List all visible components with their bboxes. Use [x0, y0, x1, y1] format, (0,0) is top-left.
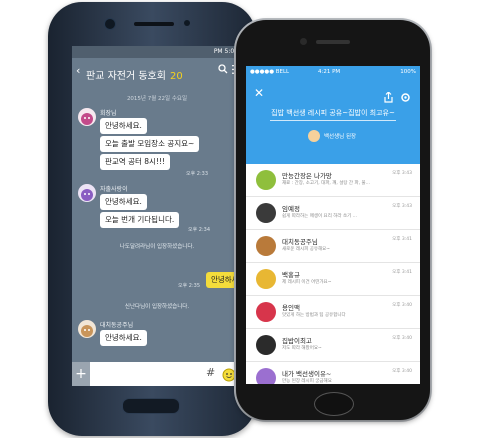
avatar[interactable]: [78, 320, 96, 338]
room-title: 판교 자전거 동호회 20: [86, 67, 183, 82]
earpiece-speaker: [134, 22, 174, 26]
member-name: 집밥이최고: [282, 337, 312, 345]
list-item[interactable]: 만능간장은 나가망 재료 : 간장, 소고기, 대파, 깨, 설탕 간 파, 물…: [246, 164, 420, 197]
iphone-chat-list-screen: ●●●●● BELL 4:21 PM 100% ✕ 집밥 백선생 레시피 공유~…: [246, 66, 420, 384]
title-underline: [270, 120, 396, 121]
list-item[interactable]: 집밥이최고 저도 따라 해봤어요~ 오후 3:40: [246, 329, 420, 362]
avatar: [256, 368, 276, 384]
close-icon[interactable]: ✕: [254, 86, 264, 100]
proximity-sensor: [184, 20, 190, 26]
group-header: ●●●●● BELL 4:21 PM 100% ✕ 집밥 백선생 레시피 공유~…: [246, 66, 420, 164]
android-chat-screen: PM 5:04 ‹ 판교 자전거 동호회 20 2015년 7월 22일 수요일 …: [72, 46, 242, 386]
host-avatar: [308, 130, 320, 142]
member-name: 만능간장은 나가망: [282, 172, 332, 180]
member-name: 대치동공주님: [282, 238, 318, 246]
host-name: 백선생님 된장: [324, 134, 357, 140]
list-item[interactable]: 대치동공주님 새로운 레시피 공유해요~ 오후 3:41: [246, 230, 420, 263]
front-camera: [300, 38, 307, 45]
message-input[interactable]: [92, 365, 202, 383]
message-bubble[interactable]: 판교역 공터 8시!!!: [100, 154, 170, 170]
sender-name: 자출사랑이: [100, 186, 128, 193]
avatar[interactable]: [78, 108, 96, 126]
message-bubble[interactable]: 오늘 번개 기다됩니다.: [100, 212, 180, 228]
list-item[interactable]: 임예정 쉽게 따라하는 매생이 요리 하라 쏘기 ... 오후 3:43: [246, 197, 420, 230]
sender-name: 대치동공주님: [100, 322, 134, 329]
member-name: 임예정: [282, 205, 300, 213]
chat-header: ‹ 판교 자전거 동호회 20: [72, 58, 242, 88]
list-item[interactable]: 용인맥 맛있게 하는 방법과 팁 공유합니다 오후 3:40: [246, 296, 420, 329]
member-preview: 저도 따라 해봤어요~: [282, 346, 322, 351]
member-name: 내가 백선생이유~: [282, 370, 332, 378]
avatar: [256, 269, 276, 289]
message-time: 오후 2:33: [186, 171, 209, 177]
back-chevron-icon[interactable]: ‹: [76, 64, 80, 77]
item-time: 오후 3:41: [392, 237, 412, 242]
list-item[interactable]: 백홍규 제 레시피 이건 어떤가요~ 오후 3:41: [246, 263, 420, 296]
android-status-bar: PM 5:04: [72, 46, 242, 58]
battery: 100%: [400, 69, 416, 75]
list-item[interactable]: 내가 백선생이유~ 만능 된장 레시피 궁금해요 오후 3:40: [246, 362, 420, 384]
share-icon[interactable]: [384, 88, 393, 107]
member-preview: 만능 된장 레시피 궁금해요: [282, 379, 332, 384]
room-name: 판교 자전거 동호회: [86, 71, 166, 82]
avatar: [256, 335, 276, 355]
member-count: 20: [169, 71, 183, 82]
date-divider: 2015년 7월 22일 수요일: [126, 96, 188, 102]
item-time: 오후 3:40: [392, 303, 412, 308]
system-notice: 나도달려라님이 입장하셨습니다.: [119, 244, 195, 250]
message-time: 오후 2:34: [188, 227, 211, 233]
item-time: 오후 3:40: [392, 369, 412, 374]
front-camera: [104, 18, 116, 30]
message-input-bar: + #: [72, 362, 242, 386]
avatar[interactable]: [78, 184, 96, 202]
member-preview: 재료 : 간장, 소고기, 대파, 깨, 설탕 간 파, 물...: [282, 181, 370, 186]
member-preview: 맛있게 하는 방법과 팁 공유합니다: [282, 313, 346, 318]
member-preview: 제 레시피 이건 어떤가요~: [282, 280, 332, 285]
avatar: [256, 203, 276, 223]
message-bubble[interactable]: 안녕하세요.: [100, 194, 147, 210]
member-name: 용인맥: [282, 304, 300, 312]
member-preview: 새로운 레시피 공유해요~: [282, 247, 331, 252]
member-preview: 쉽게 따라하는 매생이 요리 하라 쏘기 ...: [282, 214, 357, 219]
item-time: 오후 3:43: [392, 204, 412, 209]
status-time: 4:21 PM: [318, 69, 341, 75]
message-bubble[interactable]: 안녕하세요.: [100, 118, 147, 134]
message-bubble[interactable]: 안녕하세요.: [100, 330, 147, 346]
carrier: ●●●●● BELL: [250, 69, 290, 75]
settings-gear-icon[interactable]: [400, 88, 411, 107]
iphone-home-button[interactable]: [314, 392, 354, 416]
android-home-button[interactable]: [122, 398, 180, 414]
avatar: [256, 302, 276, 322]
member-name: 백홍규: [282, 271, 300, 279]
message-time: 오후 2:35: [178, 283, 201, 289]
item-time: 오후 3:41: [392, 270, 412, 275]
avatar: [256, 170, 276, 190]
item-time: 오후 3:43: [392, 171, 412, 176]
message-bubble[interactable]: 오늘 출발 모임장소 공지요~: [100, 136, 200, 152]
group-title: 집밥 백선생 레시피 공유~집밥이 최고유~: [271, 109, 395, 117]
system-notice: 신난다님이 입장하셨습니다.: [124, 304, 190, 310]
ios-status-bar: ●●●●● BELL 4:21 PM 100%: [246, 66, 420, 78]
hash-icon[interactable]: #: [206, 366, 215, 379]
sender-name: 회장님: [100, 110, 117, 117]
item-time: 오후 3:40: [392, 336, 412, 341]
avatar: [256, 236, 276, 256]
attach-plus-button[interactable]: +: [72, 362, 90, 386]
search-icon[interactable]: [218, 64, 228, 77]
earpiece-speaker: [316, 40, 350, 44]
